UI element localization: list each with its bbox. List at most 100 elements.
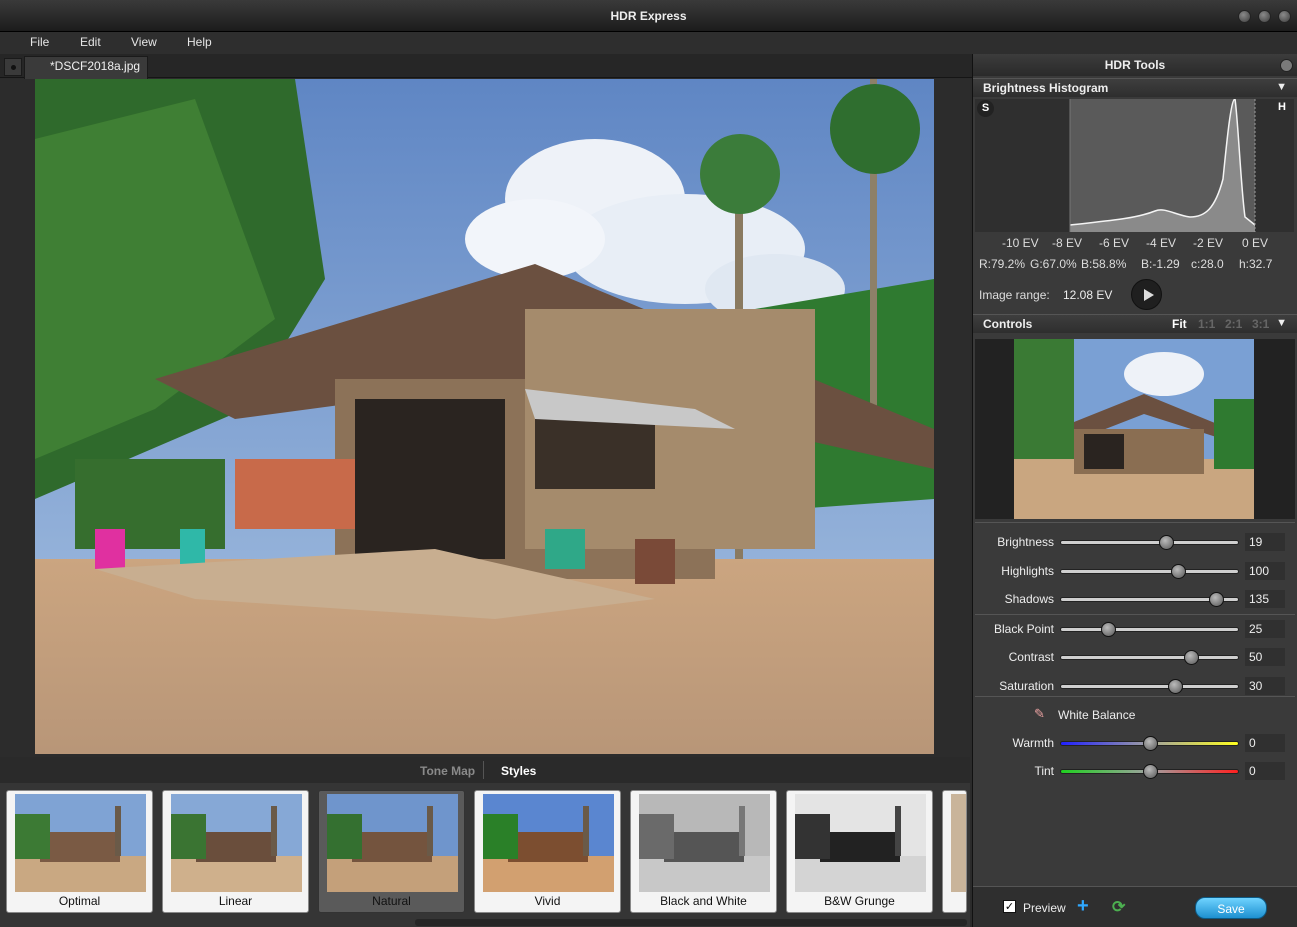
document-tab[interactable]: *DSCF2018a.jpg	[24, 56, 148, 79]
zoom-2-1[interactable]: 2:1	[1225, 317, 1242, 331]
preview-checkbox[interactable]: ✓	[1003, 900, 1016, 913]
tab-divider	[483, 761, 484, 779]
slider-label: Highlights	[1001, 564, 1054, 578]
styles-scrollbar[interactable]	[415, 919, 967, 926]
readout-red: R:79.2%	[979, 257, 1026, 271]
style-preview-image	[327, 794, 458, 892]
menu-help[interactable]: Help	[187, 35, 212, 49]
highlight-clip-button[interactable]: H	[1278, 101, 1286, 113]
zoom-1-1[interactable]: 1:1	[1198, 317, 1215, 331]
navigator-image[interactable]	[1014, 339, 1254, 519]
panel-title: HDR Tools	[973, 54, 1297, 76]
save-button[interactable]: Save	[1195, 897, 1267, 919]
slider-label: Tint	[1034, 764, 1054, 778]
menu-edit[interactable]: Edit	[80, 35, 101, 49]
panel-close-icon[interactable]	[1280, 59, 1293, 72]
tab-list-icon[interactable]	[4, 58, 22, 76]
slider-handle[interactable]	[1158, 535, 1174, 550]
slider-label: Saturation	[999, 679, 1054, 693]
slider-label: Black Point	[993, 622, 1054, 636]
style-label: Natural	[372, 894, 411, 908]
slider-label: Contrast	[1008, 650, 1054, 664]
slider-value[interactable]: 0	[1245, 762, 1285, 780]
readout-green: G:67.0%	[1030, 257, 1077, 271]
readout-b: B:-1.29	[1141, 257, 1180, 271]
image-range-label: Image range:	[979, 288, 1050, 302]
slider-track[interactable]	[1060, 564, 1239, 579]
ev-label: -4 EV	[1146, 236, 1177, 250]
style-thumb-black-and-white[interactable]: Black and White	[630, 790, 777, 913]
zoom-3-1[interactable]: 3:1	[1252, 317, 1269, 331]
histogram-section-header[interactable]: Brightness Histogram ▼	[973, 78, 1297, 97]
slider-value[interactable]: 25	[1245, 620, 1285, 638]
style-preview-image	[15, 794, 146, 892]
slider-track[interactable]	[1060, 592, 1239, 607]
refresh-icon[interactable]: ⟳	[1112, 897, 1125, 917]
readout-blue: B:58.8%	[1081, 257, 1127, 271]
menu-bar: File Edit View Help	[0, 32, 1297, 54]
slider-value[interactable]: 135	[1245, 590, 1285, 608]
slider-handle[interactable]	[1142, 764, 1158, 779]
style-preview-image	[795, 794, 926, 892]
eyedropper-icon[interactable]: ✎	[1034, 706, 1048, 722]
slider-track[interactable]	[1060, 535, 1239, 550]
style-thumb-partial[interactable]	[942, 790, 967, 913]
minimize-icon[interactable]	[1238, 10, 1251, 23]
bottom-tab-bar: Tone Map Styles	[0, 757, 970, 783]
tab-tone-map[interactable]: Tone Map	[420, 764, 475, 778]
slider-value[interactable]: 0	[1245, 734, 1285, 752]
close-icon[interactable]	[1278, 10, 1291, 23]
ev-label: -2 EV	[1193, 236, 1224, 250]
style-preview-image	[483, 794, 614, 892]
white-balance-label: White Balance	[1058, 708, 1136, 722]
style-label: Black and White	[660, 894, 747, 908]
section-divider	[975, 522, 1295, 523]
slider-value[interactable]: 50	[1245, 648, 1285, 666]
slider-value[interactable]: 30	[1245, 677, 1285, 695]
zoom-fit[interactable]: Fit	[1172, 317, 1187, 331]
style-preview-image	[171, 794, 302, 892]
ev-label: -6 EV	[1099, 236, 1130, 250]
style-label: B&W Grunge	[824, 894, 895, 908]
collapse-arrow-icon[interactable]: ▼	[1276, 317, 1287, 329]
style-thumb-bw-grunge[interactable]: B&W Grunge	[786, 790, 933, 913]
slider-track[interactable]	[1060, 764, 1239, 779]
style-label: Optimal	[58, 894, 101, 908]
style-label: Vivid	[534, 894, 561, 908]
style-thumb-linear[interactable]: Linear	[162, 790, 309, 913]
style-label: Linear	[218, 894, 253, 908]
slider-track[interactable]	[1060, 679, 1239, 694]
slider-value[interactable]: 100	[1245, 562, 1285, 580]
slider-handle[interactable]	[1142, 736, 1158, 751]
play-icon[interactable]	[1131, 279, 1162, 310]
slider-label: Brightness	[997, 535, 1054, 549]
controls-section-header[interactable]: Controls Fit 1:1 2:1 3:1 ▼	[973, 314, 1297, 333]
slider-handle[interactable]	[1167, 679, 1183, 694]
readout-c: c:28.0	[1191, 257, 1224, 271]
slider-track[interactable]	[1060, 622, 1239, 637]
style-preview-image	[639, 794, 770, 892]
readout-h: h:32.7	[1239, 257, 1273, 271]
title-bar: HDR Express	[0, 0, 1297, 32]
style-preview-image	[951, 794, 966, 892]
slider-label: Shadows	[1004, 592, 1054, 606]
style-thumb-optimal[interactable]: Optimal	[6, 790, 153, 913]
main-photo[interactable]	[35, 79, 934, 754]
slider-label: Warmth	[1012, 736, 1054, 750]
slider-track[interactable]	[1060, 736, 1239, 751]
add-icon[interactable]: +	[1077, 895, 1089, 918]
maximize-icon[interactable]	[1258, 10, 1271, 23]
menu-file[interactable]: File	[30, 35, 49, 49]
slider-handle[interactable]	[1208, 592, 1224, 607]
shadow-clip-button[interactable]: S	[977, 100, 994, 117]
style-thumb-vivid[interactable]: Vivid	[474, 790, 621, 913]
image-range-value: 12.08 EV	[1063, 288, 1113, 302]
slider-track[interactable]	[1060, 650, 1239, 665]
slider-value[interactable]: 19	[1245, 533, 1285, 551]
style-thumb-natural[interactable]: Natural	[318, 790, 465, 913]
collapse-arrow-icon[interactable]: ▼	[1276, 81, 1287, 93]
menu-view[interactable]: View	[131, 35, 157, 49]
window-title: HDR Express	[610, 9, 687, 23]
slider-handle[interactable]	[1183, 650, 1199, 665]
tab-styles[interactable]: Styles	[501, 764, 536, 778]
